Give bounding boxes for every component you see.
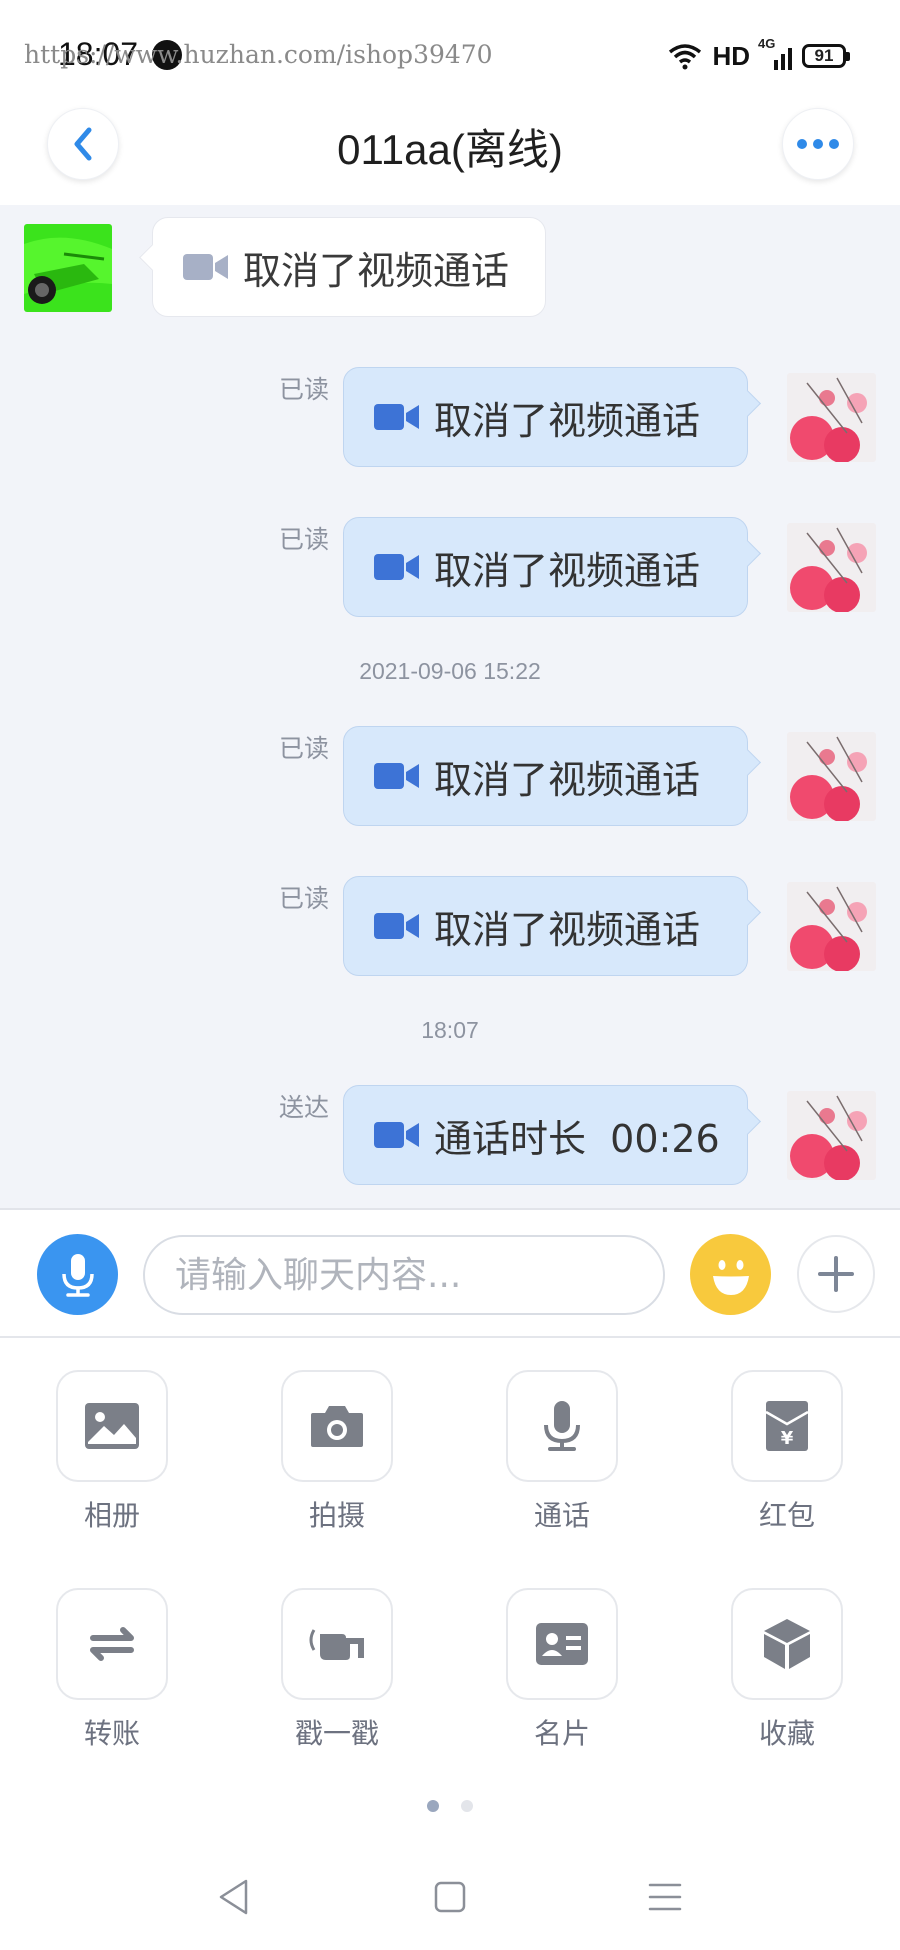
battery-icon: 91 <box>802 44 850 68</box>
tool-icon-box[interactable] <box>731 1588 843 1700</box>
message-bubble[interactable]: 取消了视频通话 <box>152 217 546 317</box>
tool-icon-box[interactable] <box>506 1370 618 1482</box>
contact-avatar[interactable] <box>24 224 112 312</box>
page-title: 011aa(离线) <box>337 126 563 173</box>
tool-icon-box[interactable] <box>56 1370 168 1482</box>
message-bubble[interactable]: 取消了视频通话 <box>343 367 748 467</box>
tool-shoot[interactable]: 拍摄 <box>272 1370 402 1534</box>
transfer-icon <box>90 1627 134 1661</box>
chat-timestamp: 2021-09-06 15:22 <box>359 658 541 684</box>
tool-album[interactable]: 相册 <box>47 1370 177 1534</box>
message-text: 取消了视频通话 <box>243 248 510 293</box>
tool-red-packet[interactable]: ¥ 红包 <box>722 1370 852 1534</box>
message-bubble[interactable]: 取消了视频通话 <box>343 517 748 617</box>
tool-favorites[interactable]: 收藏 <box>722 1588 852 1752</box>
video-camera-icon <box>374 1122 419 1148</box>
my-avatar[interactable] <box>787 1091 876 1180</box>
chat-input-bar <box>0 1212 900 1338</box>
read-status: 已读 <box>279 525 330 554</box>
more-button[interactable] <box>782 108 854 180</box>
read-status: 已读 <box>279 884 330 913</box>
message-text: 取消了视频通话 <box>434 548 701 593</box>
tool-label: 收藏 <box>758 1717 815 1750</box>
signal-icon: 4G <box>758 36 792 70</box>
more-tools-button[interactable] <box>797 1235 875 1313</box>
camera-icon <box>311 1406 363 1447</box>
nav-back-button[interactable] <box>209 1872 259 1922</box>
plus-icon <box>818 1256 854 1292</box>
delivery-status: 送达 <box>279 1093 330 1122</box>
video-camera-icon <box>374 554 419 580</box>
smiley-icon <box>712 1259 749 1295</box>
read-status: 已读 <box>279 734 330 763</box>
message-input[interactable] <box>143 1235 665 1315</box>
menu-lines-icon <box>648 1883 682 1911</box>
signal-type-label: 4G <box>758 36 776 51</box>
message-text: 通话时长 00:26 <box>434 1116 720 1161</box>
emoji-button[interactable] <box>690 1234 771 1315</box>
video-camera-icon <box>374 913 419 939</box>
page-dot-active[interactable] <box>427 1800 439 1812</box>
contact-card-icon <box>536 1623 588 1665</box>
tool-transfer[interactable]: 转账 <box>47 1588 177 1752</box>
tool-call[interactable]: 通话 <box>497 1370 627 1534</box>
my-avatar[interactable] <box>787 882 876 971</box>
tool-poke[interactable]: 戳一戳 <box>272 1588 402 1752</box>
tool-label: 拍摄 <box>308 1499 365 1532</box>
page-dot[interactable] <box>461 1800 473 1812</box>
image-icon <box>85 1403 139 1449</box>
tool-icon-box[interactable]: ¥ <box>731 1370 843 1482</box>
status-indicators: HD 4G 91 <box>668 36 850 76</box>
tool-icon-box[interactable] <box>56 1588 168 1700</box>
voice-button[interactable] <box>37 1234 118 1315</box>
red-packet-icon: ¥ <box>765 1401 809 1451</box>
message-text: 取消了视频通话 <box>434 757 701 802</box>
chat-header: 011aa(离线) <box>0 100 900 205</box>
favorite-box-icon <box>764 1619 810 1669</box>
tool-label: 名片 <box>533 1717 590 1750</box>
microphone-icon <box>544 1401 580 1451</box>
chat-timestamp: 18:07 <box>421 1017 479 1043</box>
more-dots-icon <box>797 139 839 149</box>
message-bubble[interactable]: 取消了视频通话 <box>343 726 748 826</box>
tool-label: 红包 <box>758 1499 815 1532</box>
read-status: 已读 <box>279 375 330 404</box>
my-avatar[interactable] <box>787 523 876 612</box>
tool-icon-box[interactable] <box>506 1588 618 1700</box>
hd-label: HD <box>712 40 750 71</box>
message-bubble[interactable]: 取消了视频通话 <box>343 876 748 976</box>
my-avatar[interactable] <box>787 732 876 821</box>
wifi-icon <box>669 44 702 70</box>
video-camera-icon <box>183 254 228 280</box>
message-text: 取消了视频通话 <box>434 907 701 952</box>
watermark-text: https://www.huzhan.com/ishop39470 <box>24 40 493 69</box>
square-home-icon <box>434 1881 466 1913</box>
status-bar: 18:07 https://www.huzhan.com/ishop39470 … <box>0 0 900 100</box>
nav-menu-button[interactable] <box>640 1872 690 1922</box>
video-camera-icon <box>374 404 419 430</box>
triangle-back-icon <box>219 1879 248 1915</box>
nav-home-button[interactable] <box>425 1872 475 1922</box>
tool-label: 相册 <box>83 1499 140 1532</box>
microphone-icon <box>61 1253 94 1297</box>
message-text: 取消了视频通话 <box>434 398 701 443</box>
message-bubble[interactable]: 通话时长 00:26 <box>343 1085 748 1185</box>
page-indicator <box>0 1800 900 1812</box>
chat-message-list[interactable]: 取消了视频通话 已读 取消了视频通话 已读 取消了视频通话 2021-09-06… <box>0 205 900 1210</box>
system-nav-bar <box>0 1850 900 1950</box>
tool-label: 戳一戳 <box>294 1717 379 1750</box>
my-avatar[interactable] <box>787 373 876 462</box>
tool-label: 通话 <box>533 1499 590 1532</box>
tool-icon-box[interactable] <box>281 1370 393 1482</box>
poke-hand-icon <box>309 1629 364 1660</box>
svg-text:¥: ¥ <box>781 1428 794 1449</box>
tool-icon-box[interactable] <box>281 1588 393 1700</box>
tool-business-card[interactable]: 名片 <box>497 1588 627 1752</box>
tool-label: 转账 <box>83 1717 140 1750</box>
tools-panel: 相册 拍摄 通话 ¥ 红包 转账 戳一戳 名片 收藏 <box>0 1340 900 1830</box>
video-camera-icon <box>374 763 419 789</box>
